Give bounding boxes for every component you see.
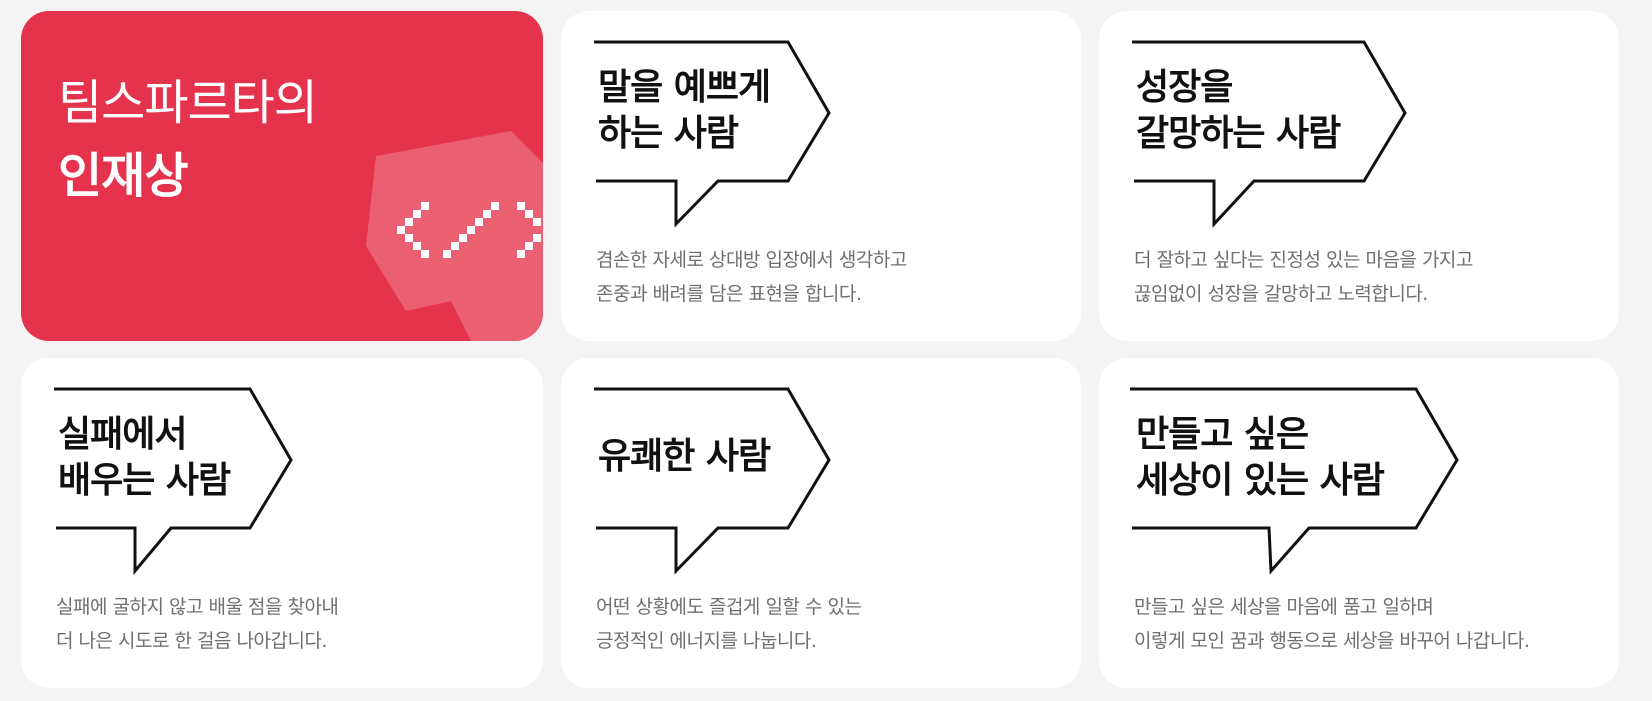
card-description: 겸손한 자세로 상대방 입장에서 생각하고 존중과 배려를 담은 표현을 합니다…	[596, 249, 907, 305]
talent-card-polite-speech: 말을 예쁘게 하는 사람 겸손한 자세로 상대방 입장에서 생각하고 존중과 배…	[561, 11, 1081, 341]
card-title: 말을 예쁘게 하는 사람	[598, 67, 771, 154]
hero-card: 팀스파르타의 인재상	[21, 11, 543, 341]
hero-title-line2: 인재상	[58, 148, 188, 204]
talent-card-learn-from-failure: 실패에서 배우는 사람 실패에 굴하지 않고 배울 점을 찾아내 더 나은 시도…	[21, 358, 543, 688]
talent-card-world-vision: 만들고 싶은 세상이 있는 사람 만들고 싶은 세상을 마음에 품고 일하며 이…	[1099, 358, 1619, 688]
card-title: 실패에서 배우는 사람	[58, 414, 231, 501]
card-title: 유쾌한 사람	[598, 436, 771, 477]
card-title: 성장을 갈망하는 사람	[1136, 67, 1341, 154]
card-description: 어떤 상황에도 즐겁게 일할 수 있는 긍정적인 에너지를 나눕니다.	[596, 596, 862, 652]
card-description: 더 잘하고 싶다는 진정성 있는 마음을 가지고 끊임없이 성장을 갈망하고 노…	[1134, 249, 1473, 305]
talent-grid: 팀스파르타의 인재상 말을 예쁘게 하는 사람 겸손한 자세로 상대방 입장에서…	[0, 0, 1652, 701]
talent-card-cheerful: 유쾌한 사람 어떤 상황에도 즐겁게 일할 수 있는 긍정적인 에너지를 나눕니…	[561, 358, 1081, 688]
card-title: 만들고 싶은 세상이 있는 사람	[1136, 414, 1385, 501]
card-description: 실패에 굴하지 않고 배울 점을 찾아내 더 나은 시도로 한 걸음 나아갑니다…	[56, 596, 339, 652]
hero-title-line1: 팀스파르타의	[58, 75, 318, 131]
card-description: 만들고 싶은 세상을 마음에 품고 일하며 이렇게 모인 꿈과 행동으로 세상을…	[1134, 596, 1530, 652]
talent-card-growth: 성장을 갈망하는 사람 더 잘하고 싶다는 진정성 있는 마음을 가지고 끊임없…	[1099, 11, 1619, 341]
